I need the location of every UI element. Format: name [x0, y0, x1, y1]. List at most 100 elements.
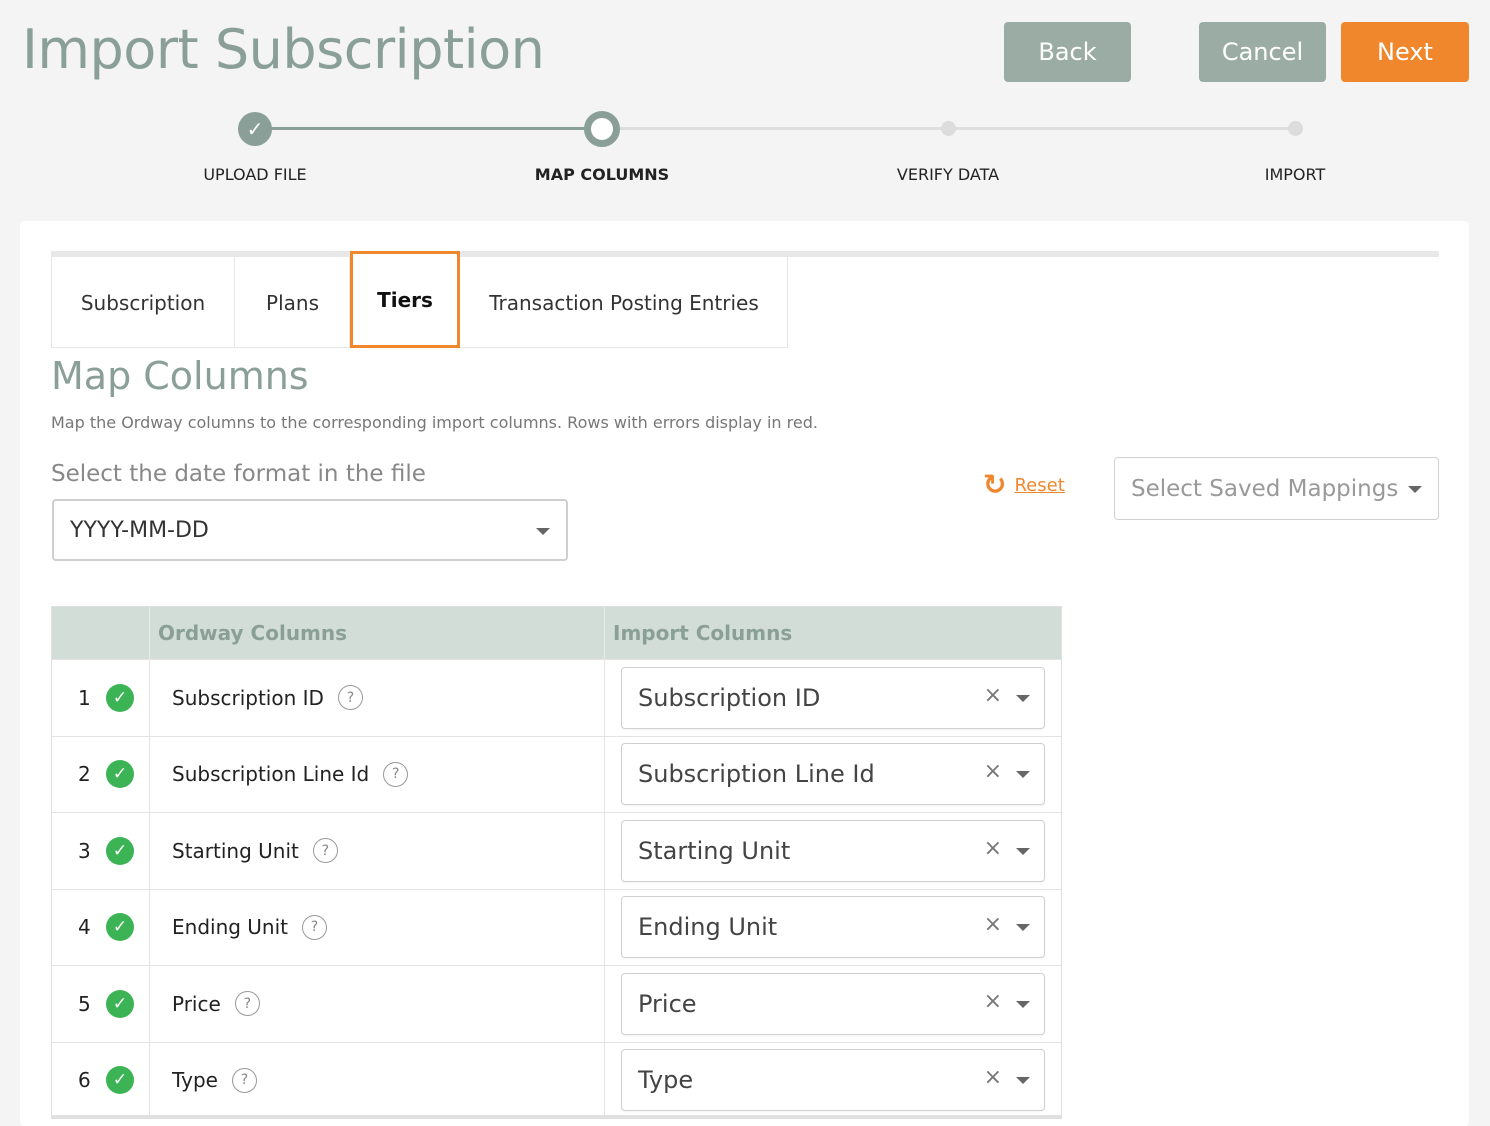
import-column-cell: Subscription Line Id ×: [605, 737, 1061, 813]
column-mapping-table: Ordway Columns Import Columns 1 ✓ Subscr…: [51, 606, 1062, 1119]
chevron-down-icon: [1016, 1000, 1030, 1008]
row-index-cell: 4 ✓: [52, 889, 150, 965]
step-label-upload-file: UPLOAD FILE: [203, 165, 307, 184]
date-format-value: YYYY-MM-DD: [70, 517, 209, 543]
ordway-column-cell: Subscription Line Id ?: [150, 736, 605, 812]
import-column-select[interactable]: Starting Unit ×: [621, 819, 1045, 882]
header-import-columns: Import Columns: [613, 621, 793, 645]
row-index-cell: 6 ✓: [52, 1042, 150, 1118]
import-column-cell: Starting Unit ×: [605, 813, 1061, 889]
section-title: Map Columns: [51, 354, 309, 398]
help-icon[interactable]: ?: [302, 914, 328, 940]
reset-link[interactable]: ↻ Reset: [983, 471, 1065, 499]
import-column-cell: Type ×: [605, 1043, 1061, 1119]
saved-mappings-select[interactable]: Select Saved Mappings: [1114, 457, 1439, 520]
reset-icon: ↻: [983, 468, 1007, 501]
import-stepper: ✓ UPLOAD FILE MAP COLUMNS VERIFY DATA IM…: [0, 110, 1490, 190]
step-done-check-icon: ✓: [238, 112, 272, 146]
import-column-cell: Price ×: [605, 966, 1061, 1042]
clear-icon[interactable]: ×: [984, 989, 1002, 1014]
import-column-value: Subscription ID: [638, 683, 821, 712]
ordway-column-name: Ending Unit: [172, 915, 289, 940]
step-label-import: IMPORT: [1264, 165, 1326, 184]
date-format-label: Select the date format in the file: [51, 461, 426, 487]
chevron-down-icon: [1016, 694, 1030, 702]
help-icon[interactable]: ?: [312, 838, 338, 864]
chevron-down-icon: [1016, 771, 1030, 779]
import-column-cell: Subscription ID ×: [605, 660, 1061, 736]
check-circle-icon: ✓: [106, 1066, 134, 1095]
tab-subscription[interactable]: Subscription: [51, 257, 235, 348]
back-button[interactable]: Back: [1004, 22, 1131, 82]
table-row: 5 ✓ Price ? Price ×: [52, 965, 1061, 1042]
help-icon[interactable]: ?: [231, 1067, 257, 1093]
import-column-value: Subscription Line Id: [638, 760, 875, 789]
row-number: 3: [78, 838, 91, 863]
row-number: 2: [78, 762, 91, 787]
clear-icon[interactable]: ×: [984, 912, 1002, 937]
ordway-column-cell: Ending Unit ?: [150, 889, 605, 965]
import-column-value: Price: [638, 989, 697, 1018]
cancel-button[interactable]: Cancel: [1199, 22, 1326, 82]
table-header: Ordway Columns Import Columns: [52, 607, 1061, 659]
import-column-select[interactable]: Price ×: [621, 972, 1045, 1035]
table-row: 1 ✓ Subscription ID ? Subscription ID ×: [52, 659, 1061, 736]
row-index-cell: 5 ✓: [52, 966, 150, 1042]
main-card: Subscription Plans Tiers Transaction Pos…: [20, 221, 1469, 1126]
table-row: 6 ✓ Type ? Type ×: [52, 1041, 1061, 1119]
step-current-dot: [584, 111, 620, 147]
row-number: 4: [78, 915, 91, 940]
table-row: 4 ✓ Ending Unit ? Ending Unit ×: [52, 888, 1061, 966]
tab-bar: Subscription Plans Tiers Transaction Pos…: [51, 251, 788, 348]
section-description: Map the Ordway columns to the correspond…: [51, 413, 818, 432]
ordway-column-name: Price: [172, 991, 221, 1016]
tab-tiers[interactable]: Tiers: [350, 251, 460, 348]
import-column-value: Ending Unit: [638, 913, 778, 942]
row-index-cell: 1 ✓: [52, 660, 150, 736]
reset-label: Reset: [1014, 474, 1065, 496]
import-column-cell: Ending Unit ×: [605, 890, 1061, 966]
row-index-cell: 2 ✓: [52, 736, 150, 812]
step-label-map-columns: MAP COLUMNS: [534, 165, 670, 184]
header-index: [52, 607, 150, 659]
ordway-column-name: Subscription ID: [172, 685, 324, 710]
clear-icon[interactable]: ×: [984, 1065, 1002, 1090]
help-icon[interactable]: ?: [383, 761, 409, 787]
chevron-down-icon: [1408, 486, 1422, 493]
clear-icon[interactable]: ×: [984, 759, 1002, 784]
tab-plans[interactable]: Plans: [235, 257, 350, 348]
stepper-line-done: [255, 127, 602, 130]
ordway-column-cell: Subscription ID ?: [150, 660, 605, 736]
row-number: 5: [78, 991, 91, 1016]
clear-icon[interactable]: ×: [984, 683, 1002, 708]
import-column-value: Type: [638, 1066, 694, 1095]
table-row: 2 ✓ Subscription Line Id ? Subscription …: [52, 735, 1061, 813]
import-column-select[interactable]: Type ×: [621, 1049, 1045, 1112]
import-column-select[interactable]: Subscription Line Id ×: [621, 743, 1045, 806]
ordway-column-cell: Type ?: [150, 1042, 605, 1118]
ordway-column-name: Subscription Line Id: [172, 762, 370, 787]
ordway-column-cell: Starting Unit ?: [150, 813, 605, 889]
step-todo-dot: [941, 121, 956, 136]
help-icon[interactable]: ?: [234, 991, 260, 1017]
chevron-down-icon: [1016, 1077, 1030, 1085]
import-column-select[interactable]: Subscription ID ×: [621, 666, 1045, 729]
step-label-verify-data: VERIFY DATA: [896, 165, 1000, 184]
table-scroll-edge: [51, 1115, 1062, 1119]
tab-transaction-posting-entries[interactable]: Transaction Posting Entries: [460, 257, 788, 348]
row-index-cell: 3 ✓: [52, 813, 150, 889]
import-column-select[interactable]: Ending Unit ×: [621, 896, 1045, 959]
page-title: Import Subscription: [22, 18, 545, 81]
help-icon[interactable]: ?: [337, 685, 363, 711]
check-circle-icon: ✓: [106, 760, 134, 789]
clear-icon[interactable]: ×: [984, 836, 1002, 861]
next-button[interactable]: Next: [1341, 22, 1469, 82]
date-format-select[interactable]: YYYY-MM-DD: [52, 499, 568, 561]
step-todo-dot: [1288, 121, 1303, 136]
saved-mappings-placeholder: Select Saved Mappings: [1131, 475, 1399, 502]
chevron-down-icon: [1016, 847, 1030, 855]
row-number: 6: [78, 1068, 91, 1093]
check-circle-icon: ✓: [106, 989, 134, 1018]
ordway-column-name: Type: [172, 1068, 218, 1093]
check-circle-icon: ✓: [106, 683, 134, 712]
